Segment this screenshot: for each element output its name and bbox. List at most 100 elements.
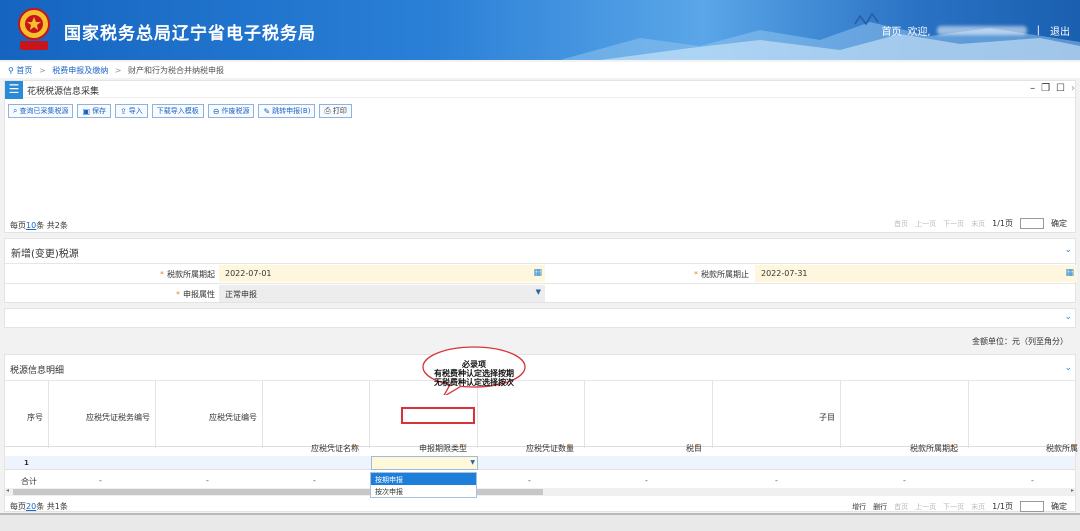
last-page-link[interactable]: 末页 xyxy=(971,502,985,512)
breadcrumb-separator: > xyxy=(114,66,122,75)
menu-icon[interactable]: ☰ xyxy=(5,81,23,99)
breadcrumb-current: 财产和行为税合并纳税申报 xyxy=(128,66,224,75)
page-jump-input[interactable] xyxy=(1020,501,1044,512)
void-source-button[interactable]: ⊖ 作废税源 xyxy=(207,104,255,118)
page-jump-input[interactable] xyxy=(1020,218,1044,229)
collect-pager: 每页10条 共2条 首页 上一页 下一页 末页 1/1页 确定 xyxy=(5,218,1075,232)
col-period-start: * 税款所属期起 xyxy=(840,381,968,453)
site-header: 国家税务总局辽宁省电子税务局 首页 欢迎, | 退出 xyxy=(0,0,1080,60)
pager-summary: 每页10条 共2条 xyxy=(10,221,68,230)
pager-controls: 首页 上一页 下一页 末页 1/1页 确定 xyxy=(894,218,1067,229)
page-info: 1/1页 xyxy=(992,502,1013,511)
home-link[interactable]: 首页 xyxy=(881,23,901,38)
prev-page-link[interactable]: 上一页 xyxy=(915,502,936,512)
scroll-right-icon[interactable]: ▸ xyxy=(1071,487,1074,494)
window-controls: – ❐ ☐ › xyxy=(1030,83,1075,94)
calendar-icon[interactable]: ▦ xyxy=(1065,268,1074,278)
chevron-down-icon[interactable]: ⌄ xyxy=(1064,312,1072,322)
last-page-link[interactable]: 末页 xyxy=(971,219,985,229)
calendar-icon[interactable]: ▦ xyxy=(533,268,542,278)
declare-period-type-options: 按期申报 按次申报 xyxy=(370,472,477,498)
tax-emblem-icon xyxy=(18,8,50,50)
col-voucher-no: 应税凭证编号 xyxy=(155,381,262,448)
col-index: 序号 xyxy=(27,413,43,422)
bottom-strip xyxy=(0,513,1080,531)
toolbar: ⌕ 查询已采集税源 ▣ 保存 ⇪ 导入 下载导入模板 ⊖ 作废税源 ✎ 跳转申报(B) ⎙… xyxy=(8,104,352,118)
first-page-link[interactable]: 首页 xyxy=(894,502,908,512)
breadcrumb-home[interactable]: 首页 xyxy=(16,66,32,75)
chevron-down-icon[interactable]: ⌄ xyxy=(1064,363,1072,373)
add-row-button[interactable]: 增行 xyxy=(852,502,866,512)
amount-unit-note: 金额单位：元（列至角分） xyxy=(972,337,1068,346)
page-size-link[interactable]: 10 xyxy=(26,221,36,230)
download-template-button[interactable]: 下载导入模板 xyxy=(151,104,204,118)
declare-attr-label: * 申报属性 xyxy=(176,290,215,299)
annotation-text: 必录项 有税费种认定选择按期 无税费种认定选择按次 xyxy=(434,359,514,387)
location-pin-icon: ⚲ xyxy=(8,66,14,75)
import-button[interactable]: ⇪ 导入 xyxy=(115,104,148,118)
option-periodic[interactable]: 按期申报 xyxy=(371,473,476,485)
page-info: 1/1页 xyxy=(992,219,1013,228)
page-go-button[interactable]: 确定 xyxy=(1051,218,1067,229)
minimize-icon[interactable]: – xyxy=(1030,83,1035,94)
next-page-link[interactable]: 下一页 xyxy=(943,502,964,512)
period-end-label: * 税款所属期止 xyxy=(694,270,749,279)
declare-period-type-select[interactable]: ▼ xyxy=(371,456,478,470)
col-voucher-name: * 应税凭证名称 xyxy=(262,381,369,453)
declare-attr-select[interactable]: 正常申报 ▼ xyxy=(219,285,545,302)
period-start-input[interactable]: 2022-07-01 ▦ xyxy=(219,265,545,282)
declare-attr-row: * 申报属性 正常申报 ▼ xyxy=(5,283,1075,302)
total-label: 合计 xyxy=(21,477,37,486)
period-end-input[interactable]: 2022-07-31 ▦ xyxy=(755,265,1077,282)
pager-controls: 增行 删行 首页 上一页 下一页 末页 1/1页 确定 xyxy=(852,501,1067,512)
source-collect-panel: ☰ 花税税源信息采集 – ❐ ☐ › ⌕ 查询已采集税源 ▣ 保存 ⇪ 导入 下载导入… xyxy=(4,80,1076,233)
search-icon: ⌕ xyxy=(13,106,18,115)
void-icon: ⊖ xyxy=(212,106,220,116)
chevron-right-icon[interactable]: › xyxy=(1071,83,1075,94)
breadcrumb: ⚲ 首页 > 税费申报及缴纳 > 财产和行为税合并纳税申报 xyxy=(0,62,1080,78)
new-source-panel: 新增(变更)税源 ⌄ * 税款所属期起 2022-07-01 ▦ * 税款所属期止 … xyxy=(4,238,1077,303)
page-go-button[interactable]: 确定 xyxy=(1051,501,1067,512)
maximize-icon[interactable]: ☐ xyxy=(1056,83,1065,94)
save-icon: ▣ xyxy=(82,106,91,116)
breadcrumb-tax-filing[interactable]: 税费申报及缴纳 xyxy=(52,66,108,75)
panel-title: 税源信息明细 xyxy=(10,366,65,376)
table-header: 序号 应税凭证税务编号 应税凭证编号 * 应税凭证名称 * 申报期限类型 * 应税凭证… xyxy=(5,380,1078,453)
collapsed-panel: ⌄ xyxy=(4,308,1076,328)
header-separator: | xyxy=(1036,25,1040,36)
breadcrumb-separator: > xyxy=(38,66,46,75)
edit-icon: ✎ xyxy=(263,106,271,116)
col-period-end: * 税款所属 xyxy=(968,381,1078,453)
detail-pager: 每页20条 共1条 增行 删行 首页 上一页 下一页 末页 1/1页 确定 xyxy=(5,499,1075,512)
page-size-link[interactable]: 20 xyxy=(26,502,36,511)
jump-declare-button[interactable]: ✎ 跳转申报(B) xyxy=(258,104,316,118)
welcome-text: 欢迎, xyxy=(907,27,931,38)
chevron-down-icon[interactable]: ⌄ xyxy=(1064,245,1072,255)
save-button[interactable]: ▣ 保存 xyxy=(77,104,112,118)
col-sub-item: 子目 xyxy=(712,381,840,448)
period-row: * 税款所属期起 2022-07-01 ▦ * 税款所属期止 2022-07-31 … xyxy=(5,263,1077,282)
next-page-link[interactable]: 下一页 xyxy=(943,219,964,229)
panel-title: 花税税源信息采集 xyxy=(27,87,100,97)
caret-down-icon[interactable]: ▼ xyxy=(536,288,541,296)
upload-icon: ⇪ xyxy=(120,106,127,116)
source-detail-panel: 税源信息明细 ⌄ 序号 应税凭证税务编号 应税凭证编号 * 应税凭证名称 * 申报期… xyxy=(4,354,1078,512)
prev-page-link[interactable]: 上一页 xyxy=(915,219,936,229)
query-collected-button[interactable]: ⌕ 查询已采集税源 xyxy=(8,104,74,118)
option-per-time[interactable]: 按次申报 xyxy=(371,485,476,497)
col-voucher-tax-no: 应税凭证税务编号 xyxy=(48,381,155,448)
table-row[interactable]: 1 ▼ xyxy=(5,456,1075,470)
pager-summary: 每页20条 共1条 xyxy=(10,502,68,511)
panel-title: 新增(变更)税源 xyxy=(11,249,79,260)
horizontal-scrollbar[interactable]: ◂ ▸ xyxy=(5,487,1075,496)
restore-icon[interactable]: ❐ xyxy=(1041,83,1050,94)
delete-row-button[interactable]: 删行 xyxy=(873,502,887,512)
table-total-row: 合计 - - - - - - - - xyxy=(21,476,1034,486)
caret-down-icon[interactable]: ▼ xyxy=(470,459,475,466)
user-name-redacted xyxy=(936,26,1027,35)
scroll-left-icon[interactable]: ◂ xyxy=(6,487,9,494)
first-page-link[interactable]: 首页 xyxy=(894,219,908,229)
print-button[interactable]: ⎙ 打印 xyxy=(319,104,352,118)
col-tax-item: * 税目 xyxy=(584,381,712,453)
logout-link[interactable]: 退出 xyxy=(1050,23,1070,38)
